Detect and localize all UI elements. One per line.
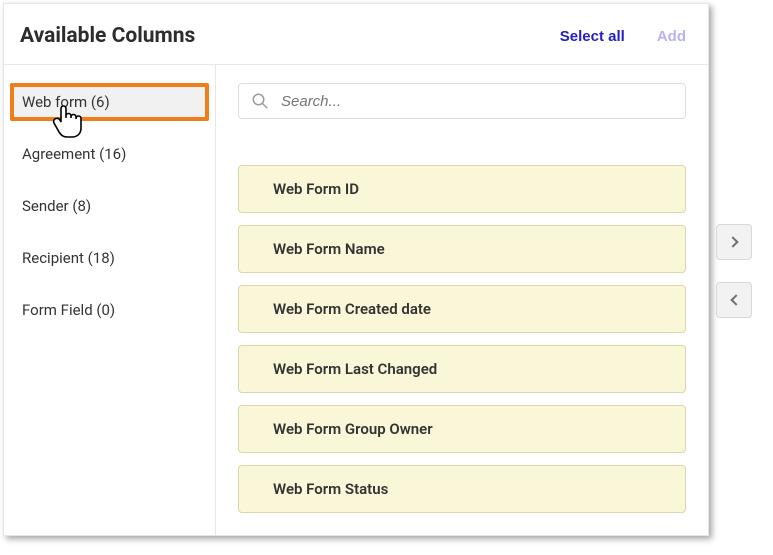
move-left-button[interactable]	[716, 282, 752, 318]
column-label: Web Form Group Owner	[273, 420, 433, 438]
search-box[interactable]	[238, 83, 686, 119]
sidebar-item-agreement[interactable]: Agreement (16)	[4, 135, 215, 173]
select-all-button[interactable]: Select all	[560, 28, 625, 45]
content-area: Web Form ID Web Form Name Web Form Creat…	[216, 65, 708, 535]
sidebar-item-sender[interactable]: Sender (8)	[4, 187, 215, 225]
sidebar-item-form-field[interactable]: Form Field (0)	[4, 291, 215, 329]
panel-title: Available Columns	[20, 24, 195, 48]
column-label: Web Form Name	[273, 240, 385, 258]
search-input[interactable]	[281, 93, 673, 110]
sidebar-item-web-form[interactable]: Web form (6)	[10, 83, 209, 121]
chevron-left-icon	[730, 294, 741, 305]
sidebar-item-label: Web form (6)	[22, 93, 110, 111]
column-item[interactable]: Web Form Group Owner	[238, 405, 686, 453]
column-label: Web Form Last Changed	[273, 360, 437, 378]
sidebar-item-label: Agreement (16)	[22, 145, 126, 163]
category-sidebar: Web form (6) Agreement (16) Sender (8) R…	[4, 65, 216, 535]
move-right-button[interactable]	[716, 224, 752, 260]
column-label: Web Form Status	[273, 480, 388, 498]
column-item[interactable]: Web Form Status	[238, 465, 686, 513]
chevron-right-icon	[727, 236, 738, 247]
column-item[interactable]: Web Form Created date	[238, 285, 686, 333]
header-actions: Select all Add	[560, 28, 686, 45]
column-label: Web Form ID	[273, 180, 359, 198]
add-button: Add	[657, 28, 686, 45]
sidebar-item-label: Sender (8)	[22, 197, 91, 215]
search-icon	[251, 92, 269, 110]
panel-header: Available Columns Select all Add	[4, 4, 708, 65]
sidebar-item-label: Form Field (0)	[22, 301, 115, 319]
column-item[interactable]: Web Form ID	[238, 165, 686, 213]
column-item[interactable]: Web Form Last Changed	[238, 345, 686, 393]
column-list: Web Form ID Web Form Name Web Form Creat…	[238, 165, 686, 513]
column-item[interactable]: Web Form Name	[238, 225, 686, 273]
sidebar-item-recipient[interactable]: Recipient (18)	[4, 239, 215, 277]
transfer-buttons	[716, 224, 752, 318]
panel-body: Web form (6) Agreement (16) Sender (8) R…	[4, 65, 708, 535]
sidebar-item-label: Recipient (18)	[22, 249, 115, 267]
available-columns-panel: Available Columns Select all Add Web for…	[3, 3, 709, 536]
column-label: Web Form Created date	[273, 300, 431, 318]
